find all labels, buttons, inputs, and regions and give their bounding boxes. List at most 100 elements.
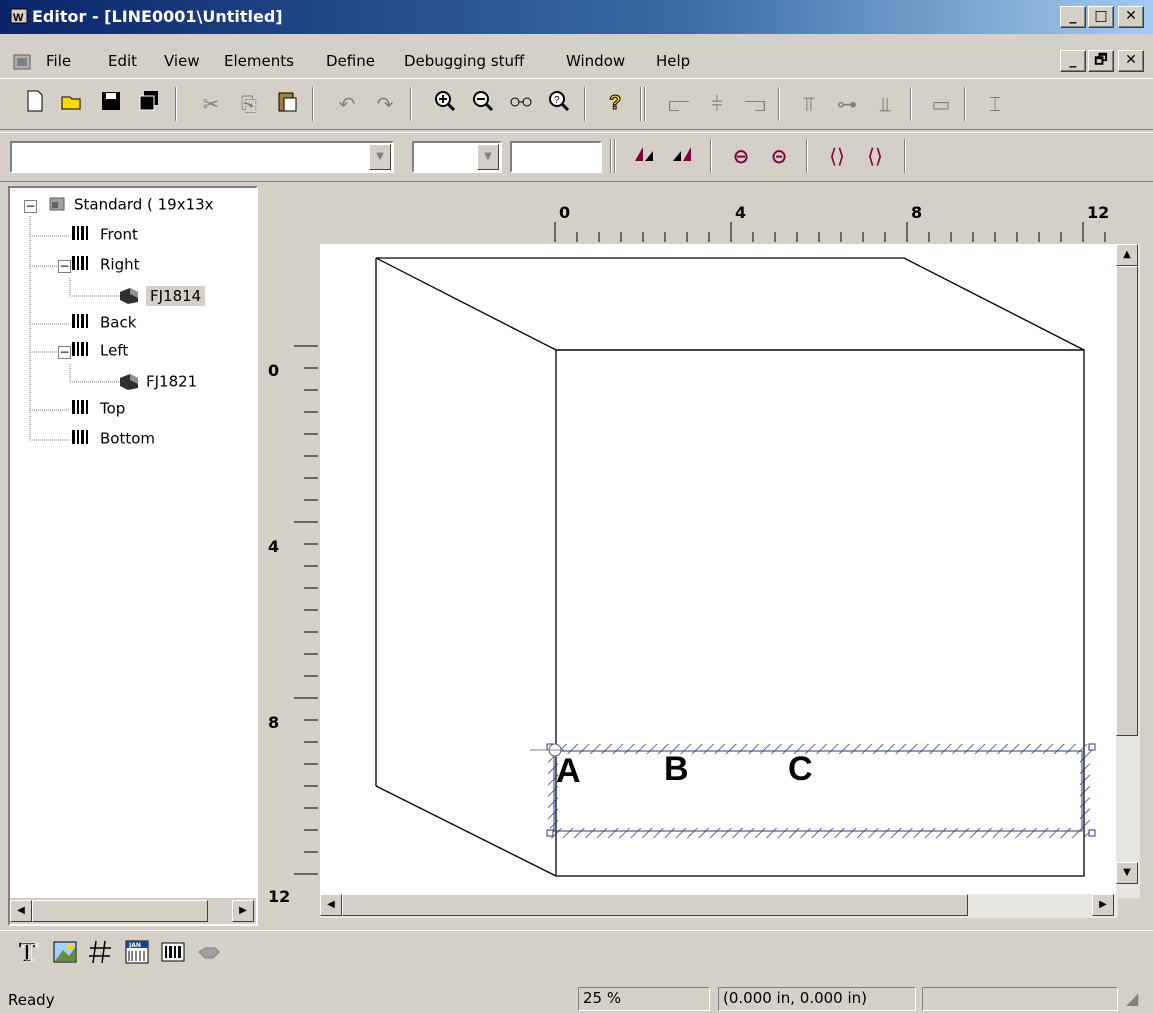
menu-view[interactable]: View (164, 52, 200, 70)
flip-vertical-alt-icon[interactable]: ⊝ (764, 141, 794, 171)
save-icon[interactable] (96, 89, 126, 119)
text-tool-icon[interactable]: TT (14, 938, 44, 968)
jan-barcode-tool-icon[interactable]: JAN (122, 938, 152, 968)
tree-item-bottom[interactable]: Bottom (70, 428, 155, 450)
scroll-thumb[interactable] (32, 900, 208, 922)
tree-item-label: Right (100, 255, 140, 274)
hand-tool-icon[interactable] (194, 938, 224, 968)
menu-define[interactable]: Define (326, 52, 375, 70)
chevron-down-icon[interactable]: ▼ (477, 144, 499, 170)
menu-file[interactable]: File (46, 52, 71, 70)
menu-help[interactable]: Help (656, 52, 690, 70)
scroll-left-icon[interactable]: ◀ (10, 900, 32, 922)
scroll-right-icon[interactable]: ▶ (232, 900, 254, 922)
status-text: Ready (8, 991, 55, 1009)
scroll-up-icon[interactable]: ▲ (1116, 244, 1138, 266)
tree-view[interactable]: − Standard ( 19x13x Front − Right FJ1814… (8, 186, 258, 926)
tree-item-right[interactable]: Right (70, 254, 140, 276)
chevron-down-icon[interactable]: ▼ (369, 144, 391, 170)
new-icon[interactable] (20, 89, 50, 119)
close-button[interactable]: ✕ (1118, 6, 1144, 28)
doc-minimize-button[interactable]: _ (1060, 50, 1086, 72)
tree-item-label: FJ1814 (146, 285, 206, 306)
cut-icon[interactable]: ✂ (196, 89, 226, 119)
canvas-horizontal-scrollbar[interactable]: ◀ ▶ (320, 894, 1118, 918)
minimize-button[interactable]: _ (1060, 6, 1086, 28)
collapse-icon[interactable]: − (24, 200, 37, 213)
toolbar-separator (904, 139, 906, 173)
tree-item-left[interactable]: Left (70, 340, 128, 362)
rotate-left-icon[interactable] (630, 141, 660, 171)
toolbar-separator (614, 139, 616, 173)
design-canvas[interactable]: 0 4 8 12 0 4 8 12 A B C (264, 186, 1153, 928)
rotate-right-icon[interactable] (668, 141, 698, 171)
paste-icon[interactable] (272, 89, 302, 119)
font-combo[interactable]: ▼ (10, 141, 394, 173)
barcode-icon (70, 428, 94, 450)
ruler-label-h-4: 4 (735, 203, 746, 222)
tree-root[interactable]: Standard ( 19x13x (48, 194, 214, 216)
tree-item-front[interactable]: Front (70, 224, 138, 246)
size-combo[interactable]: ▼ (412, 141, 502, 173)
flip-vertical-icon[interactable]: ⊖ (726, 141, 756, 171)
tree-item-label: Front (100, 225, 138, 244)
align-bottom-icon[interactable]: ⫫ (870, 89, 900, 119)
zoom-search-icon[interactable]: ? (544, 89, 574, 119)
tree-horizontal-scrollbar[interactable]: ◀ ▶ (10, 898, 256, 924)
align-left-icon[interactable]: ⫍ (664, 89, 694, 119)
doc-restore-button[interactable]: 🗗 (1088, 50, 1114, 72)
help-icon[interactable]: ? (600, 89, 630, 119)
design-canvas-area: 0 4 8 12 0 4 8 12 A B C ▲ ▼ ◀ ▶ (264, 186, 1153, 928)
flip-horizontal-alt-icon[interactable]: ⟨⟩ (860, 141, 890, 171)
ruler-label-v-4: 4 (268, 537, 279, 556)
app-icon: W (10, 8, 28, 28)
menu-elements[interactable]: Elements (224, 52, 294, 70)
undo-icon[interactable]: ↶ (332, 89, 362, 119)
tree-item-label: FJ1821 (146, 372, 198, 391)
hash-tool-icon[interactable] (86, 938, 116, 968)
tree-item-fj1821[interactable]: FJ1821 (118, 370, 197, 394)
ruler-label-v-8: 8 (268, 713, 279, 732)
same-width-icon[interactable]: ▭ (926, 89, 956, 119)
maximize-button[interactable]: □ (1088, 6, 1114, 28)
tree-item-top[interactable]: Top (70, 398, 125, 420)
scroll-thumb[interactable] (342, 894, 968, 916)
barcode-tool-icon[interactable] (158, 938, 188, 968)
ruler-label-h-12: 12 (1087, 203, 1109, 222)
tree-item-fj1814[interactable]: FJ1814 (118, 284, 206, 308)
zoom-out-icon[interactable] (468, 89, 498, 119)
flip-horizontal-icon[interactable]: ⟨⟩ (822, 141, 852, 171)
copy-icon[interactable]: ⎘ (234, 89, 264, 119)
menu-edit[interactable]: Edit (108, 52, 137, 70)
align-middle-icon[interactable]: ⊶ (832, 89, 862, 119)
glasses-icon[interactable] (506, 89, 536, 119)
status-extra-cell (922, 987, 1118, 1011)
barcode-icon (70, 398, 94, 420)
canvas-vertical-scrollbar[interactable]: ▲ ▼ (1116, 244, 1140, 898)
barcode-icon (70, 312, 94, 334)
doc-close-button[interactable]: ✕ (1118, 50, 1144, 72)
same-height-icon[interactable]: ⌶ (980, 89, 1010, 119)
zoom-in-icon[interactable] (430, 89, 460, 119)
tree-item-label: Back (100, 313, 137, 332)
save-all-icon[interactable] (134, 89, 164, 119)
menu-debugging-stuff[interactable]: Debugging stuff (404, 52, 524, 70)
tree-item-back[interactable]: Back (70, 312, 136, 334)
image-tool-icon[interactable] (50, 938, 80, 968)
value-field[interactable] (510, 141, 602, 173)
scroll-right-icon[interactable]: ▶ (1092, 894, 1114, 916)
toolbar-separator (640, 87, 642, 121)
align-center-icon[interactable]: ⫩ (702, 89, 732, 119)
align-right-icon[interactable]: ⫎ (740, 89, 770, 119)
scroll-down-icon[interactable]: ▼ (1116, 862, 1138, 884)
scroll-thumb[interactable] (1116, 266, 1138, 736)
align-top-icon[interactable]: ⫪ (794, 89, 824, 119)
redo-icon[interactable]: ↷ (370, 89, 400, 119)
document-icon[interactable] (12, 52, 34, 76)
svg-text:JAN: JAN (128, 942, 141, 949)
menu-window[interactable]: Window (566, 52, 625, 70)
format-toolbar: ▼ ▼ ⊖ ⊝ ⟨⟩ ⟨⟩ (0, 132, 1153, 182)
open-icon[interactable] (58, 89, 88, 119)
scroll-left-icon[interactable]: ◀ (320, 894, 342, 916)
resize-grip-icon[interactable]: ◢ (1126, 989, 1138, 1008)
